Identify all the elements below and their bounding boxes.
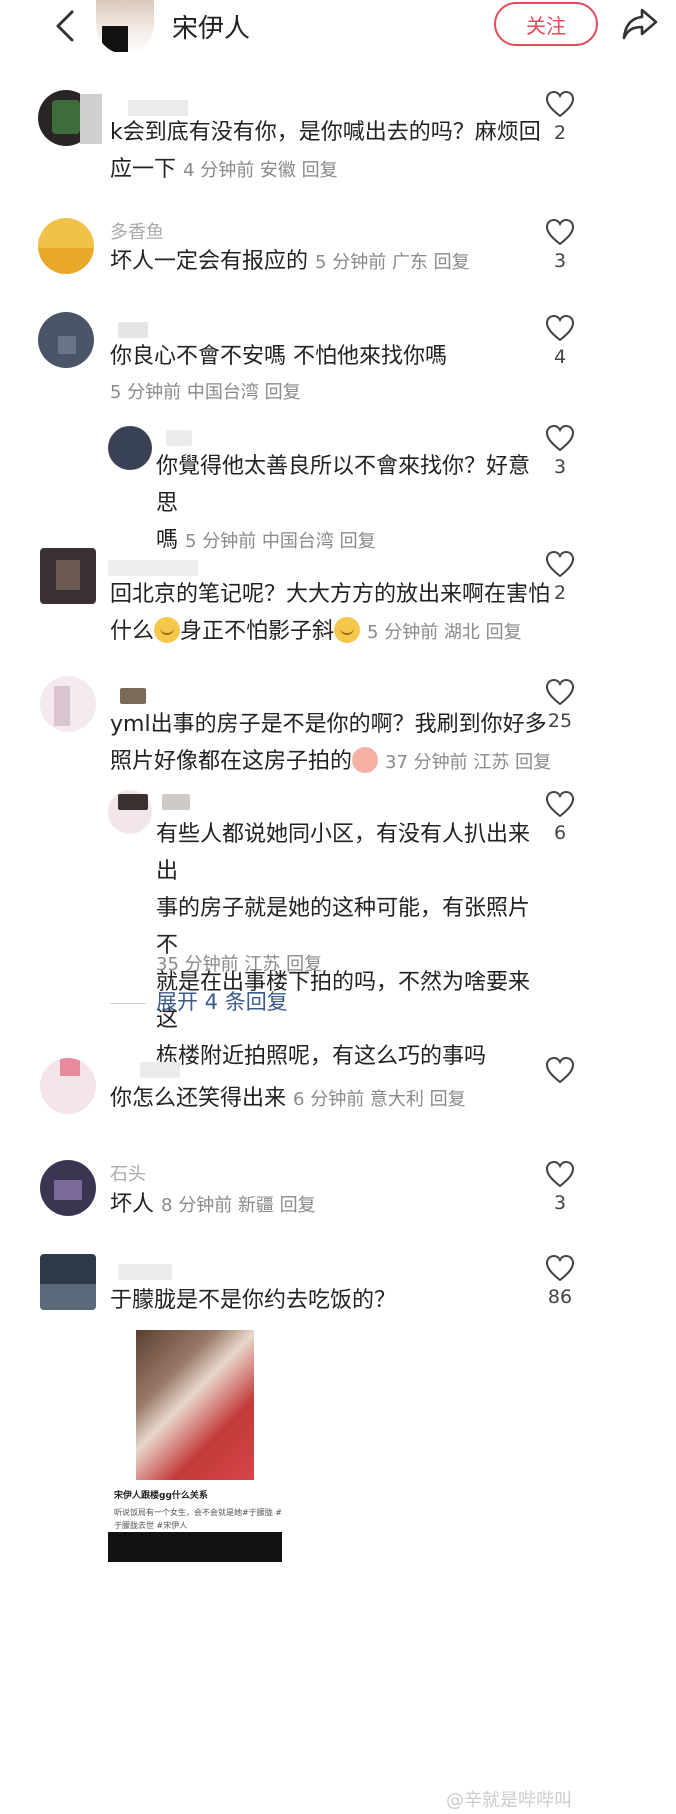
- divider: [110, 1003, 146, 1004]
- attached-image[interactable]: 宋伊人跟楼gg什么关系 听说饭局有一个女生，会不会就是她#于朦胧 # 于朦胧去世…: [108, 1330, 282, 1562]
- comment-text: 回北京的笔记呢？大大方方的放出来啊在害怕 什么 身正不怕影子斜 5 分钟前 湖北 …: [110, 582, 551, 644]
- author-name[interactable]: 宋伊人: [172, 8, 250, 45]
- avatar[interactable]: [38, 312, 94, 368]
- like-button[interactable]: [542, 424, 578, 452]
- comment-meta: 5 分钟前 湖北 回复: [367, 622, 522, 643]
- like-count: 3: [553, 250, 567, 272]
- like-button[interactable]: [542, 550, 578, 578]
- heart-icon: [545, 218, 575, 246]
- heart-icon: [545, 90, 575, 118]
- like-button[interactable]: [542, 218, 578, 246]
- like-count: 4: [553, 346, 567, 368]
- comment-text: k会到底有没有你，是你喊出去的吗？麻烦回 应一下 4 分钟前 安徽 回复: [110, 120, 541, 182]
- image-bottom-bar: [108, 1532, 282, 1562]
- emoji-icon: [352, 747, 379, 773]
- reply-text: 有些人都说她同小区，有没有人扒出来出 事的房子就是她的这种可能，有张照片不 就是…: [156, 822, 531, 1069]
- heart-icon: [545, 1254, 575, 1282]
- top-bar: 宋伊人 关注: [0, 0, 676, 64]
- avatar[interactable]: [40, 1160, 96, 1216]
- emoji-icon: [334, 617, 361, 643]
- comment-meta: 5 分钟前 中国台湾 回复: [110, 382, 301, 403]
- like-button[interactable]: [542, 1254, 578, 1282]
- avatar[interactable]: [38, 218, 94, 274]
- avatar[interactable]: [40, 548, 96, 604]
- heart-icon: [545, 790, 575, 818]
- like-button[interactable]: [542, 90, 578, 118]
- heart-icon: [545, 550, 575, 578]
- author-avatar[interactable]: [96, 0, 154, 54]
- comment-text: 于朦胧是不是你约去吃饭的？: [110, 1288, 397, 1313]
- back-icon[interactable]: [46, 6, 86, 46]
- avatar[interactable]: [40, 1058, 96, 1114]
- image-subtext: 听说饭局有一个女生，会不会就是她#于朦胧 # 于朦胧去世 #宋伊人: [114, 1508, 282, 1530]
- comment-meta: 5 分钟前 广东 回复: [315, 252, 470, 273]
- emoji-icon: [154, 617, 181, 643]
- like-count: 2: [553, 582, 567, 604]
- heart-icon: [545, 1160, 575, 1188]
- like-count: 86: [547, 1286, 573, 1308]
- comment-meta: 5 分钟前 中国台湾 回复: [185, 531, 376, 552]
- heart-icon: [545, 424, 575, 452]
- like-button[interactable]: [542, 1056, 578, 1084]
- heart-icon: [545, 678, 575, 706]
- comment-text: 你怎么还笑得出来 6 分钟前 意大利 回复: [110, 1086, 466, 1111]
- comment-text: 坏人一定会有报应的 5 分钟前 广东 回复: [110, 249, 470, 274]
- comment-meta: 6 分钟前 意大利 回复: [293, 1089, 466, 1110]
- comment-meta: 4 分钟前 安徽 回复: [183, 160, 338, 181]
- like-count: 6: [553, 822, 567, 844]
- avatar[interactable]: [40, 1254, 96, 1310]
- comment-meta: 8 分钟前 新疆 回复: [161, 1195, 316, 1216]
- comment-meta: 35 分钟前 江苏 回复: [156, 954, 323, 975]
- avatar[interactable]: [108, 426, 152, 470]
- comment-text: 坏人 8 分钟前 新疆 回复: [110, 1192, 316, 1217]
- avatar[interactable]: [40, 676, 96, 732]
- follow-button[interactable]: 关注: [494, 2, 598, 46]
- photo: [136, 1330, 254, 1480]
- like-button[interactable]: [542, 1160, 578, 1188]
- like-button[interactable]: [542, 678, 578, 706]
- like-count: 3: [553, 456, 567, 478]
- like-button[interactable]: [542, 314, 578, 342]
- watermark: @辛就是哔哔叫: [446, 1790, 572, 1811]
- like-button[interactable]: [542, 790, 578, 818]
- comment-author[interactable]: 石头: [110, 1160, 146, 1186]
- comment-text: 你良心不會不安嗎 不怕他來找你嗎: [110, 344, 447, 369]
- heart-icon: [545, 1056, 575, 1084]
- share-icon[interactable]: [620, 4, 660, 44]
- like-count: 2: [553, 122, 567, 144]
- image-caption: 宋伊人跟楼gg什么关系: [114, 1491, 208, 1501]
- comment-meta: 37 分钟前 江苏 回复: [385, 752, 552, 773]
- comment-text: yml出事的房子是不是你的啊？我刷到你好多 照片好像都在这房子拍的 37 分钟前…: [110, 712, 552, 774]
- like-count: 3: [553, 1192, 567, 1214]
- expand-replies-button[interactable]: 展开 4 条回复: [156, 986, 288, 1016]
- like-count: 25: [547, 710, 573, 732]
- reply-text: 你覺得他太善良所以不會來找你？好意思 嗎 5 分钟前 中国台湾 回复: [156, 454, 531, 553]
- comment-author[interactable]: 多香鱼: [110, 218, 164, 244]
- heart-icon: [545, 314, 575, 342]
